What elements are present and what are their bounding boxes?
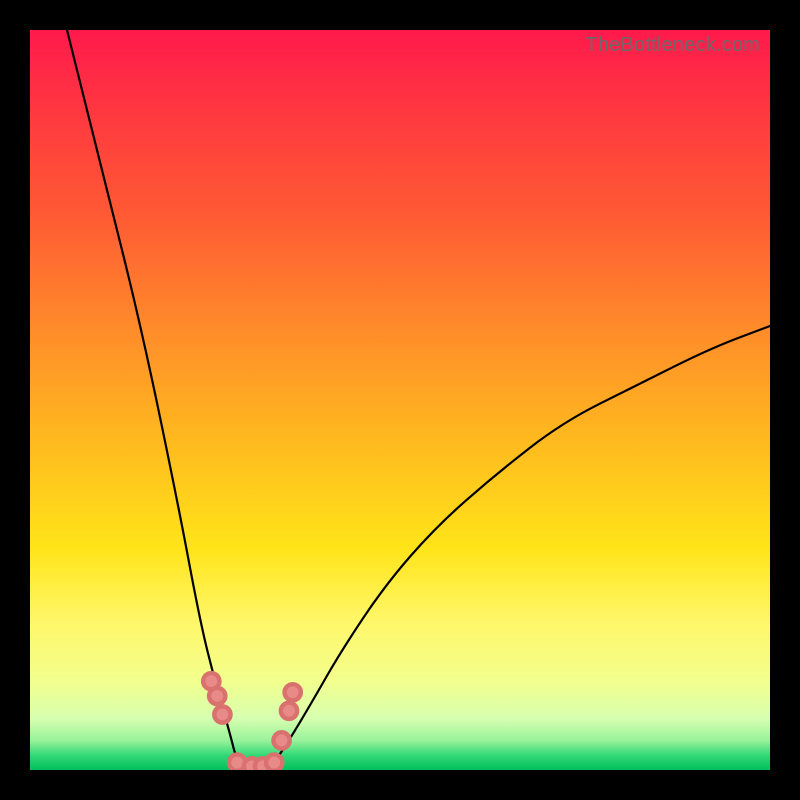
curve-layer	[30, 30, 770, 770]
trough-marker-dot	[281, 703, 297, 719]
trough-marker-dot	[214, 706, 230, 722]
bottleneck-curve	[67, 30, 770, 770]
trough-marker-dot	[285, 684, 301, 700]
plot-area: TheBottleneck.com	[30, 30, 770, 770]
trough-marker-dot	[266, 754, 282, 770]
trough-markers	[203, 673, 301, 770]
trough-marker-dot	[273, 732, 289, 748]
trough-marker-dot	[209, 688, 225, 704]
chart-frame: TheBottleneck.com	[0, 0, 800, 800]
